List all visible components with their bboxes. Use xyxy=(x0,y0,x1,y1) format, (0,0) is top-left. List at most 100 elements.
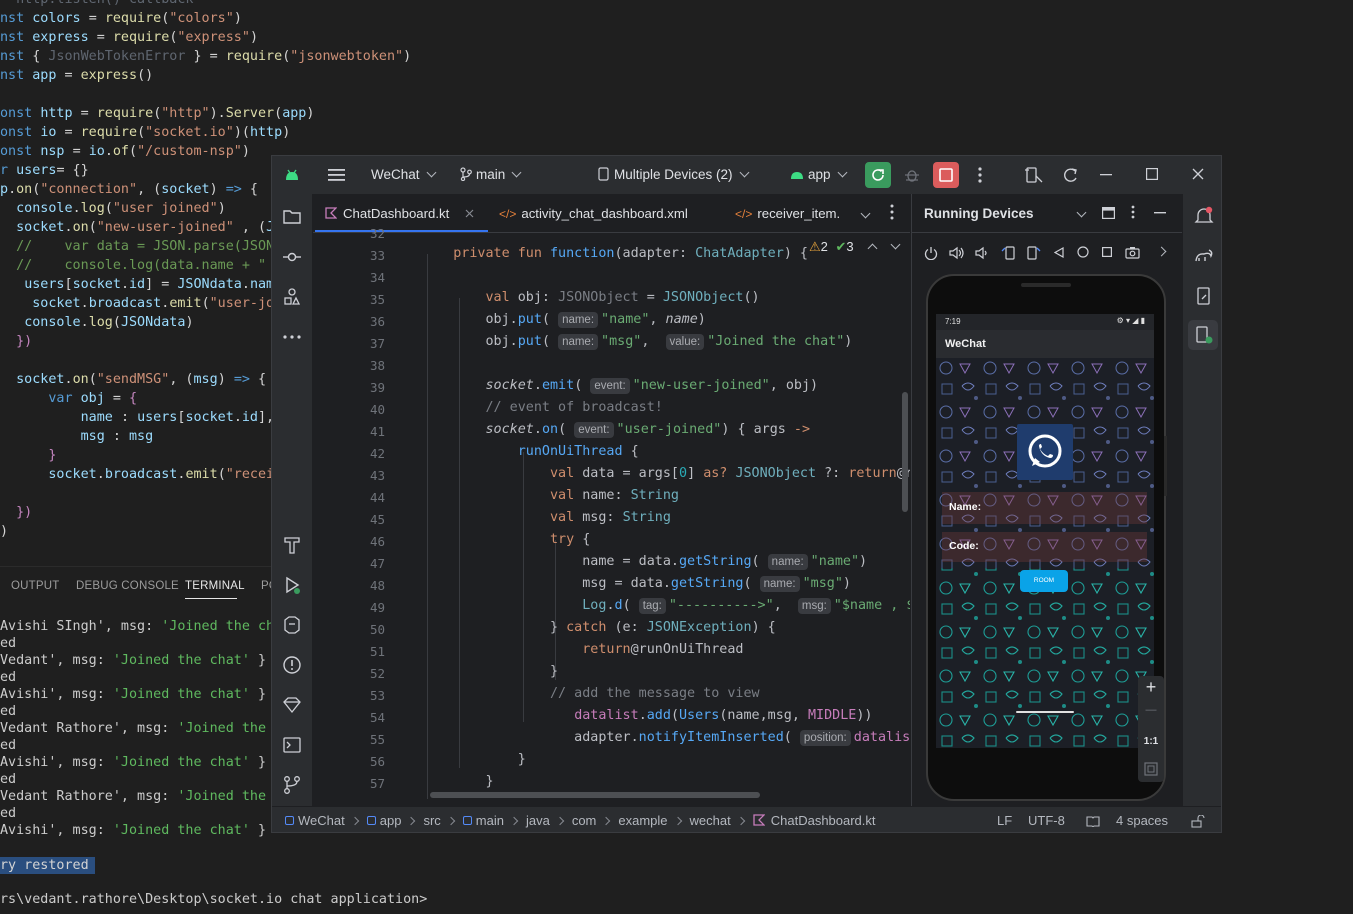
code-line: users[socket.id] = JSONdata.name xyxy=(24,277,283,292)
tab-terminal[interactable]: TERMINAL xyxy=(185,580,245,592)
read-only-book-icon[interactable] xyxy=(1086,815,1100,827)
debug-icon[interactable] xyxy=(904,167,920,183)
tab-label: ChatDashboard.kt xyxy=(343,206,450,221)
notifications-icon[interactable] xyxy=(1194,206,1214,226)
actual-size-button[interactable]: 1:1 xyxy=(1138,736,1164,747)
close-icon[interactable] xyxy=(1192,168,1204,180)
code-line: r users= {} xyxy=(0,163,89,178)
branch-selector[interactable]: main xyxy=(460,167,522,182)
breadcrumb-item[interactable]: java xyxy=(526,813,550,828)
main-menu-icon[interactable] xyxy=(328,168,345,182)
file-encoding[interactable]: UTF-8 xyxy=(1028,813,1065,828)
maximize-icon[interactable] xyxy=(1146,168,1158,180)
layout-icon[interactable] xyxy=(1102,207,1115,219)
sync-icon[interactable] xyxy=(1062,166,1080,184)
run-tool-icon[interactable] xyxy=(282,575,302,595)
tab-output[interactable]: OUTPUT xyxy=(11,580,59,592)
hide-panel-icon[interactable] xyxy=(1154,212,1166,214)
volume-up-icon[interactable] xyxy=(949,246,965,260)
minimize-icon[interactable] xyxy=(1100,174,1112,176)
tab-debug-console[interactable]: DEBUG CONSOLE xyxy=(76,580,179,592)
fit-screen-icon[interactable] xyxy=(1144,762,1158,776)
home-icon[interactable] xyxy=(1077,246,1089,258)
indent-setting[interactable]: 4 spaces xyxy=(1116,813,1168,828)
project-selector[interactable]: WeChat xyxy=(371,167,436,182)
code-line: // event of broadcast! xyxy=(485,400,663,415)
breadcrumb-item[interactable]: com xyxy=(572,813,597,828)
run-config-selector[interactable]: app xyxy=(790,167,847,182)
close-tab-icon[interactable] xyxy=(465,209,474,218)
code-area[interactable]: private fun function(adapter: ChatAdapte… xyxy=(421,232,910,792)
rotate-left-icon[interactable] xyxy=(1001,245,1017,261)
more-tools-icon[interactable] xyxy=(282,327,302,347)
running-devices-tool-button[interactable] xyxy=(1188,320,1218,350)
breadcrumb-item[interactable]: WeChat xyxy=(285,813,345,828)
terminal-line: Vedant Rathore', msg: 'Joined the chat' xyxy=(0,789,315,804)
name-label: Name: xyxy=(949,501,982,513)
more-controls-icon[interactable] xyxy=(1156,246,1167,257)
zoom-out-button[interactable]: — xyxy=(1138,704,1164,716)
line-number: 33 xyxy=(369,248,385,263)
code-line: // add the message to view xyxy=(550,686,760,701)
tab-receiver-item[interactable]: </> receiver_item. xyxy=(735,206,840,221)
breadcrumb-item[interactable]: app xyxy=(366,813,401,828)
problems-icon[interactable] xyxy=(282,655,302,675)
resource-manager-icon[interactable] xyxy=(282,287,302,307)
breadcrumb-item[interactable]: example xyxy=(618,813,667,828)
run-config-name: app xyxy=(808,167,831,182)
code-line: // console.log(data.name + " " xyxy=(16,258,283,273)
gesture-handle[interactable] xyxy=(1016,711,1074,713)
options-icon[interactable] xyxy=(1131,205,1135,219)
device-explorer-icon[interactable] xyxy=(1194,286,1214,306)
name-field[interactable]: Name: xyxy=(942,492,1147,524)
code-line: socket.emit( event: "new-user-joined", ob… xyxy=(485,378,819,394)
more-actions-icon[interactable] xyxy=(978,167,982,183)
code-line: }) xyxy=(16,334,33,349)
logcat-icon[interactable] xyxy=(282,615,302,635)
gemini-icon[interactable] xyxy=(282,695,302,715)
tab-actions-icon[interactable] xyxy=(890,204,894,220)
breadcrumb-item[interactable]: wechat xyxy=(690,813,731,828)
breadcrumb-item[interactable]: main xyxy=(462,813,504,828)
line-number: 50 xyxy=(369,622,385,637)
back-icon[interactable] xyxy=(1054,247,1064,258)
rotate-right-icon[interactable] xyxy=(1025,245,1041,261)
breadcrumb-item[interactable]: src xyxy=(423,813,440,828)
breadcrumb-item[interactable]: ChatDashboard.kt xyxy=(753,813,876,828)
commit-icon[interactable] xyxy=(282,247,302,267)
build-hammer-icon[interactable] xyxy=(282,535,302,555)
project-name: WeChat xyxy=(371,167,420,182)
vertical-scrollbar[interactable] xyxy=(902,392,908,512)
code-line: adapter.notifyItemInserted( position: dat… xyxy=(421,730,910,746)
screenshot-icon[interactable] xyxy=(1125,246,1140,259)
gradle-icon[interactable] xyxy=(1194,247,1214,265)
terminal-prompt[interactable]: rs\vedant.rathore\Desktop\socket.io chat… xyxy=(0,890,427,909)
zoom-in-button[interactable]: + xyxy=(1138,677,1164,698)
version-control-icon[interactable] xyxy=(282,775,302,795)
android-app-icon xyxy=(791,172,803,179)
vscode-editor: http.listen() callback nst colors = requi… xyxy=(0,0,411,541)
emulator-screen[interactable]: 7:19 ⚙ ▾ ◢ ▮ WeChat Name: Code: ROOM xyxy=(936,314,1154,748)
rerun-button[interactable] xyxy=(865,162,891,188)
power-icon[interactable] xyxy=(924,246,938,260)
code-field[interactable]: Code: xyxy=(942,532,1147,562)
tabs-overflow-icon[interactable] xyxy=(860,208,871,219)
terminal-icon[interactable] xyxy=(282,735,302,755)
stop-button[interactable] xyxy=(933,162,959,188)
horizontal-scrollbar[interactable] xyxy=(430,792,760,798)
volume-down-icon[interactable] xyxy=(975,246,989,260)
device-manager-icon[interactable] xyxy=(1024,166,1044,184)
line-number: 32 xyxy=(369,226,385,241)
room-button[interactable]: ROOM xyxy=(1020,570,1068,592)
tab-chatdashboard-kt[interactable]: ChatDashboard.kt xyxy=(325,206,474,221)
code-line: val data = args[0] as? JSONObject ?: ret… xyxy=(550,466,910,481)
device-tabs-dropdown-icon[interactable] xyxy=(1076,207,1087,218)
project-folder-icon[interactable] xyxy=(282,207,302,227)
line-separator[interactable]: LF xyxy=(997,813,1012,828)
overview-icon[interactable] xyxy=(1102,247,1112,257)
line-number: 39 xyxy=(369,380,385,395)
device-selector[interactable]: Multiple Devices (2) xyxy=(598,167,749,182)
unlock-icon[interactable] xyxy=(1191,815,1205,828)
tab-activity-xml[interactable]: </> activity_chat_dashboard.xml xyxy=(499,206,688,221)
